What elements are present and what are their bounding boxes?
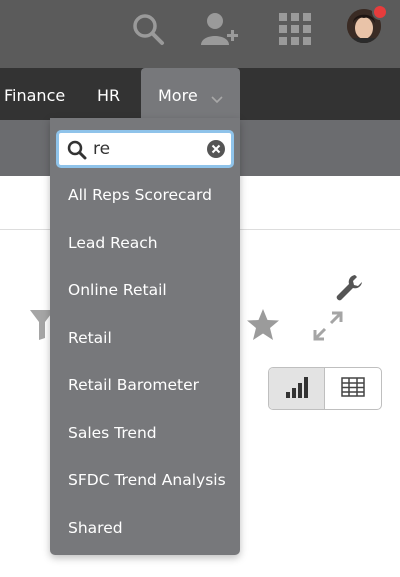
dropdown-menu-list: All Reps Scorecard Lead Reach Online Ret… (50, 172, 240, 552)
menu-item-online-retail[interactable]: Online Retail (50, 267, 240, 315)
search-icon[interactable] (127, 8, 169, 50)
table-icon (341, 376, 365, 401)
bar-chart-icon (285, 376, 309, 402)
add-user-icon[interactable] (199, 8, 241, 50)
menu-item-shared[interactable]: Shared (50, 505, 240, 553)
more-dropdown: All Reps Scorecard Lead Reach Online Ret… (50, 118, 240, 555)
menu-item-all-reps-scorecard[interactable]: All Reps Scorecard (50, 172, 240, 220)
wrench-icon[interactable] (333, 272, 365, 308)
notification-badge (372, 4, 388, 20)
chart-view-button[interactable] (269, 368, 326, 409)
star-icon[interactable] (245, 308, 281, 346)
expand-icon[interactable] (312, 310, 344, 346)
menu-item-sfdc-trend-analysis[interactable]: SFDC Trend Analysis (50, 457, 240, 505)
search-icon (67, 140, 87, 164)
chevron-down-icon (211, 89, 223, 108)
nav-more-label: More (158, 86, 198, 105)
menu-item-retail[interactable]: Retail (50, 315, 240, 363)
menu-item-sales-trend[interactable]: Sales Trend (50, 410, 240, 458)
search-input[interactable] (93, 136, 203, 162)
nav-item-more[interactable]: More (141, 68, 240, 122)
view-toggle (268, 367, 382, 410)
apps-grid-icon[interactable] (274, 8, 316, 50)
nav-item-hr[interactable]: HR (97, 68, 120, 120)
dropdown-search[interactable] (56, 130, 234, 168)
nav-item-finance[interactable]: Finance (4, 68, 65, 120)
table-view-button[interactable] (325, 368, 381, 409)
menu-item-lead-reach[interactable]: Lead Reach (50, 220, 240, 268)
top-bar (0, 0, 400, 68)
clear-icon[interactable] (206, 139, 226, 163)
menu-item-retail-barometer[interactable]: Retail Barometer (50, 362, 240, 410)
